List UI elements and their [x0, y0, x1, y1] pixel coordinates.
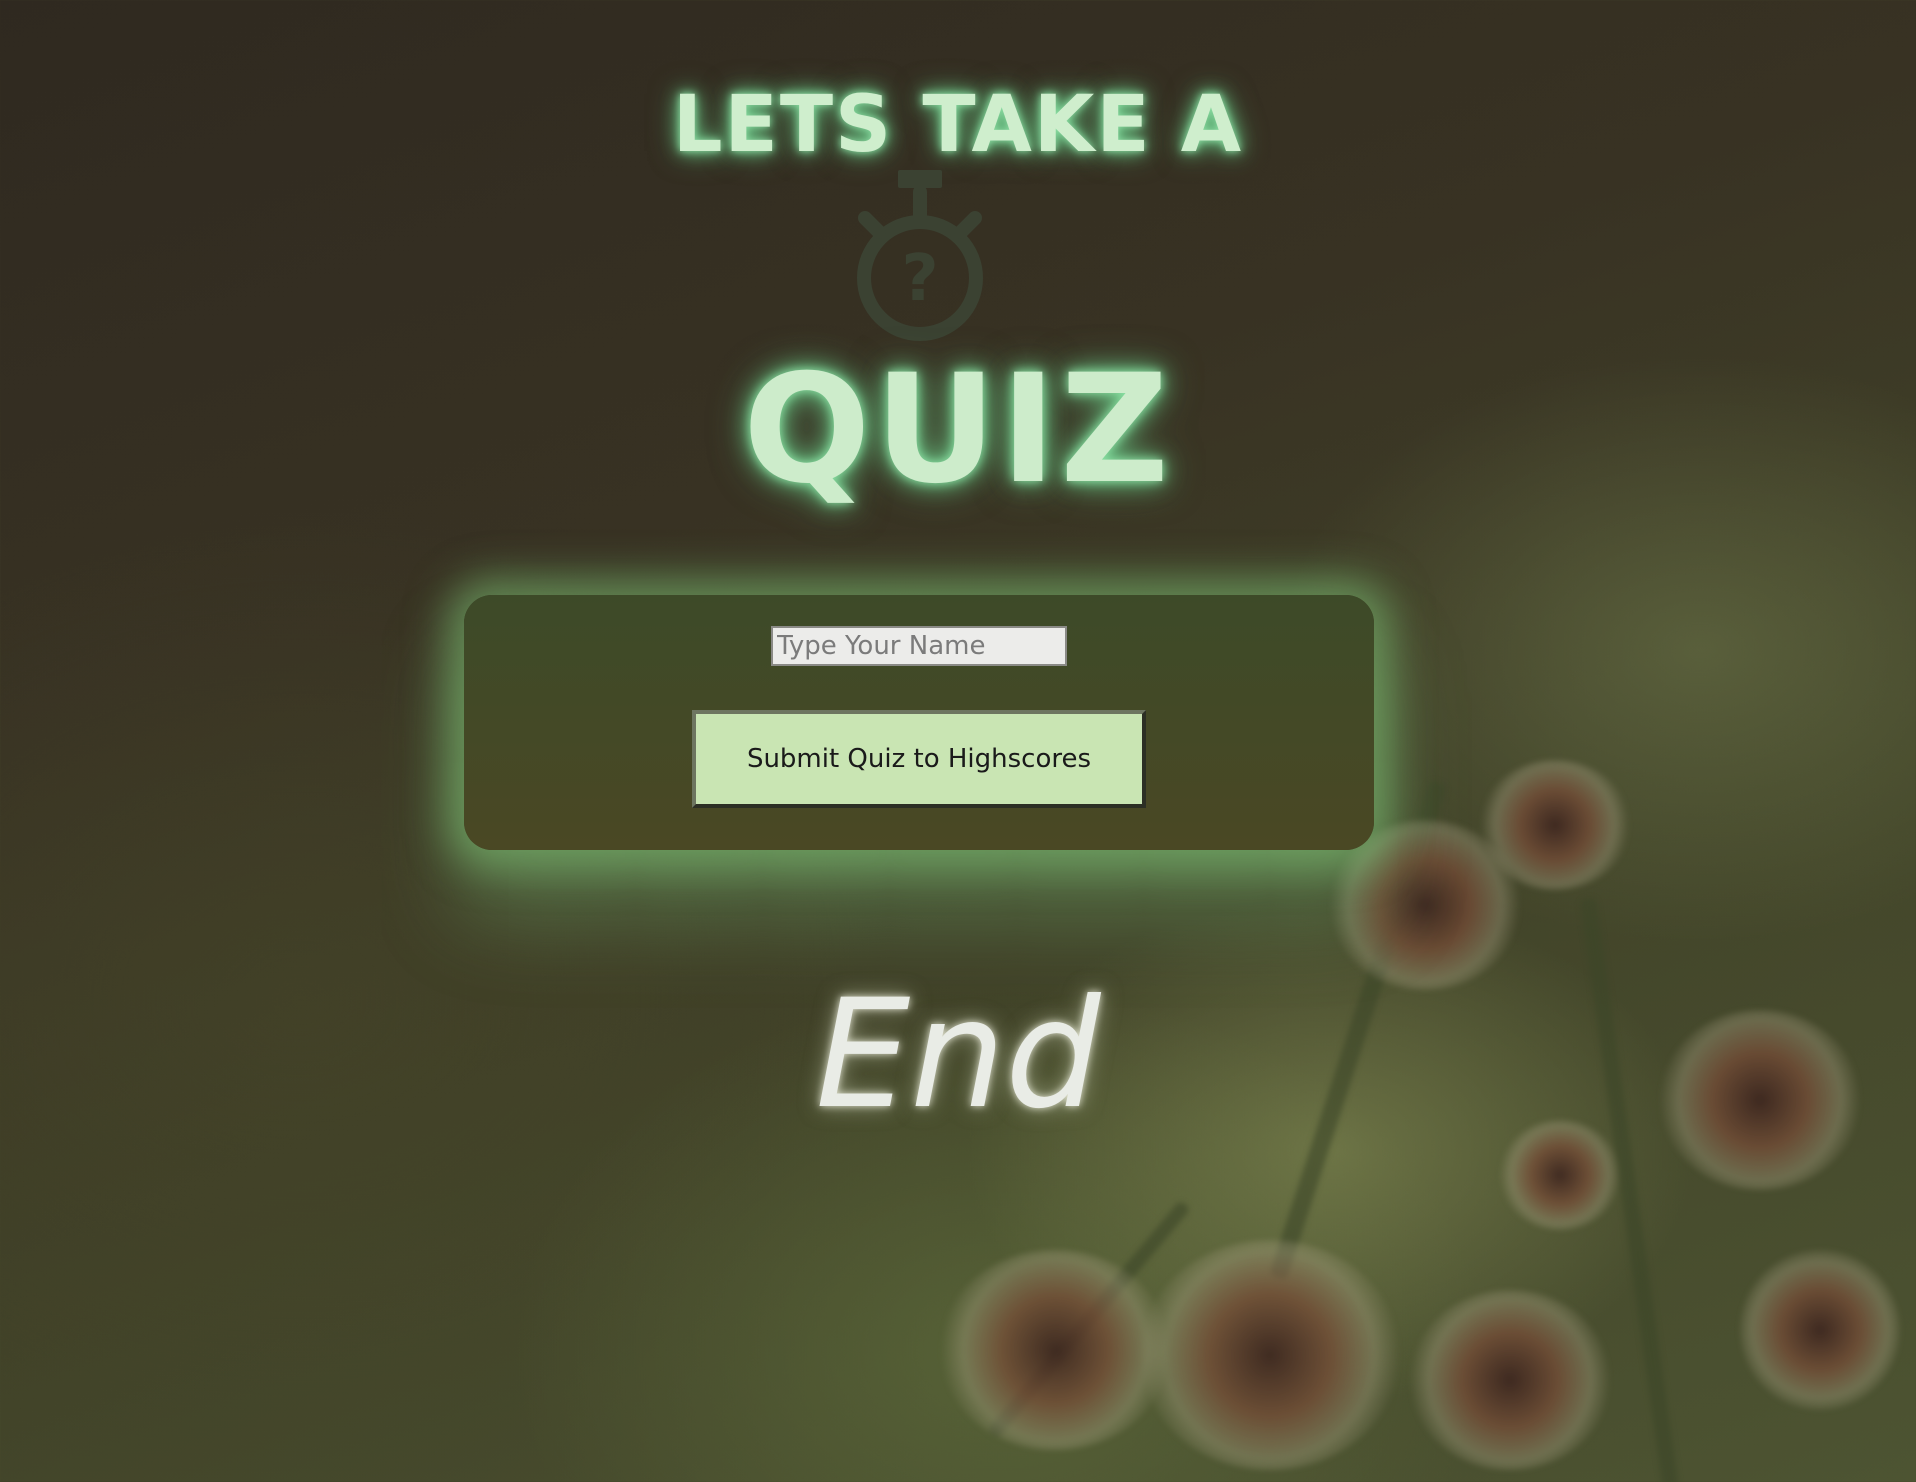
- logo-top-text: LETS TAKE A: [672, 80, 1244, 170]
- end-heading: End: [815, 968, 1101, 1142]
- svg-text:?: ?: [901, 242, 938, 316]
- logo-quiz-text: QUIZ: [743, 343, 1173, 517]
- name-input[interactable]: [771, 626, 1067, 666]
- stopwatch-question-icon: ?: [857, 170, 983, 341]
- submit-highscore-button[interactable]: Submit Quiz to Highscores: [692, 710, 1146, 808]
- submit-score-card: Submit Quiz to Highscores: [464, 595, 1374, 850]
